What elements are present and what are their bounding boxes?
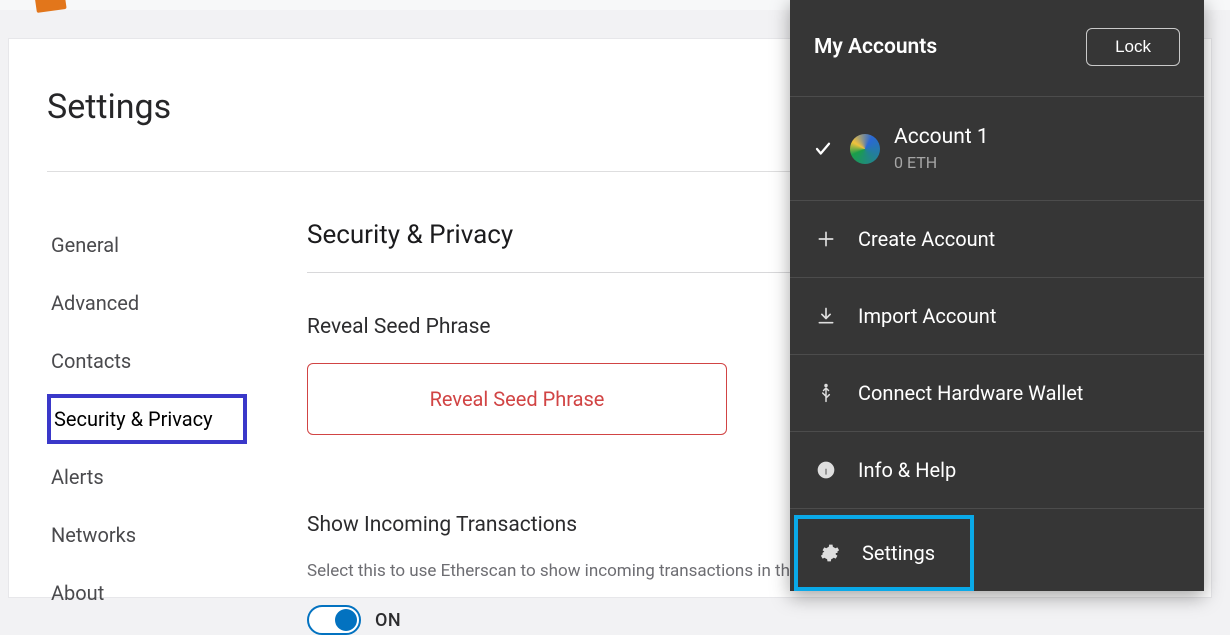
menu-label: Create Account: [858, 227, 995, 251]
sidebar-item-general[interactable]: General: [47, 220, 247, 270]
sidebar-item-networks[interactable]: Networks: [47, 510, 247, 560]
lock-button[interactable]: Lock: [1086, 28, 1180, 66]
menu-label: Info & Help: [858, 458, 956, 482]
plus-icon: [814, 227, 838, 251]
menu-label: Import Account: [858, 304, 996, 328]
menu-info-help[interactable]: Info & Help: [790, 432, 1204, 509]
account-avatar-icon: [850, 134, 880, 164]
usb-icon: [814, 381, 838, 405]
menu-import-account[interactable]: Import Account: [790, 278, 1204, 355]
metamask-logo: [33, 0, 66, 13]
sidebar-item-advanced[interactable]: Advanced: [47, 278, 247, 328]
menu-create-account[interactable]: Create Account: [790, 201, 1204, 278]
incoming-toggle[interactable]: [307, 605, 361, 635]
menu-label: Connect Hardware Wallet: [858, 381, 1083, 405]
account-item[interactable]: Account 1 0 ETH: [790, 97, 1204, 201]
account-name: Account 1: [894, 125, 989, 149]
dropdown-header: My Accounts Lock: [790, 0, 1204, 97]
sidebar-item-alerts[interactable]: Alerts: [47, 452, 247, 502]
dropdown-title: My Accounts: [814, 35, 937, 59]
menu-label: Settings: [862, 541, 935, 565]
settings-sidebar: General Advanced Contacts Security & Pri…: [47, 220, 247, 635]
check-icon: [814, 140, 836, 158]
gear-icon: [818, 541, 842, 565]
info-icon: [814, 458, 838, 482]
accounts-dropdown: My Accounts Lock Account 1 0 ETH Create …: [790, 0, 1204, 591]
sidebar-item-security[interactable]: Security & Privacy: [47, 394, 247, 444]
download-icon: [814, 304, 838, 328]
incoming-toggle-label: ON: [375, 610, 401, 631]
sidebar-item-about[interactable]: About: [47, 568, 247, 618]
menu-settings[interactable]: Settings: [794, 515, 974, 591]
menu-connect-hardware[interactable]: Connect Hardware Wallet: [790, 355, 1204, 432]
account-balance: 0 ETH: [894, 153, 989, 172]
sidebar-item-contacts[interactable]: Contacts: [47, 336, 247, 386]
reveal-seed-button[interactable]: Reveal Seed Phrase: [307, 363, 727, 435]
